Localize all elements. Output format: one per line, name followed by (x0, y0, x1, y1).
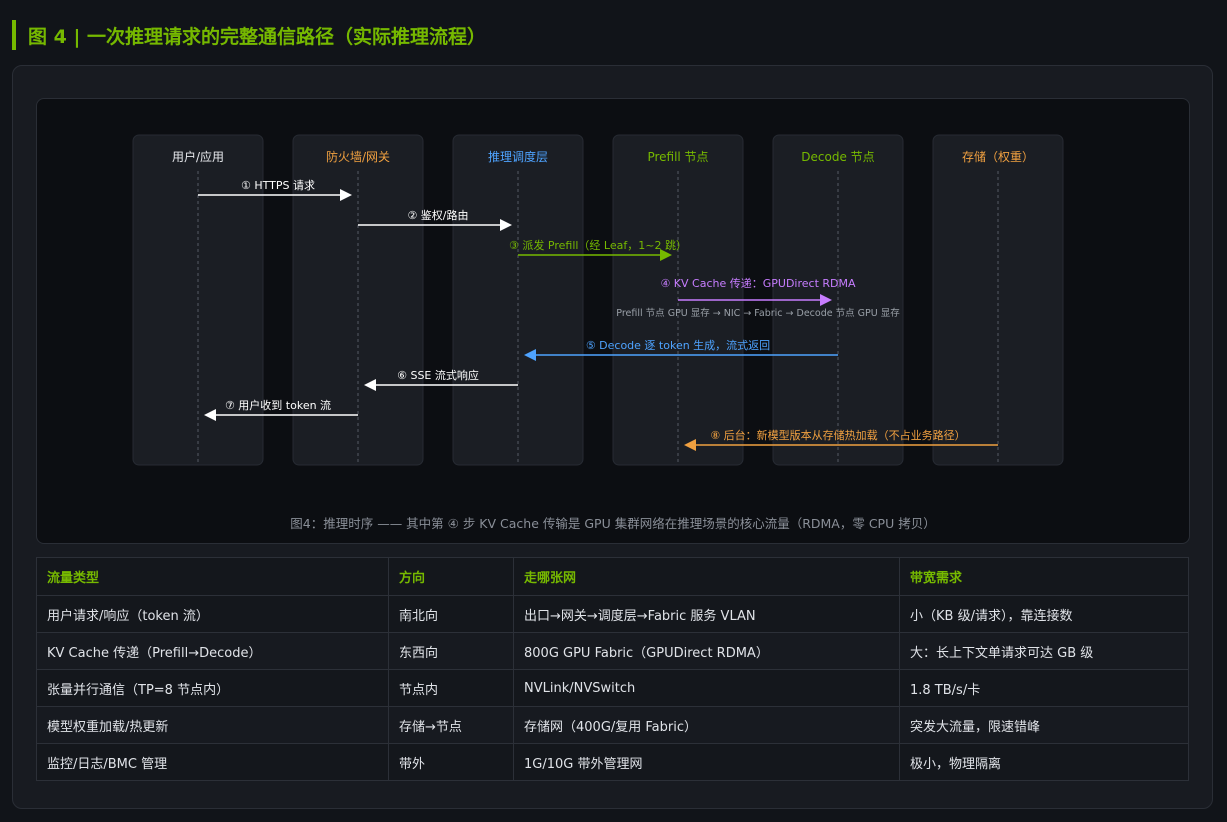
message-label: ② 鉴权/路由 (407, 208, 468, 222)
cell-traffic-type: 模型权重加载/热更新 (36, 706, 389, 744)
title-bar: 图 4 | 一次推理请求的完整通信路径（实际推理流程） (12, 20, 486, 50)
table-row: 张量并行通信（TP=8 节点内） 节点内 NVLink/NVSwitch 1.8… (36, 669, 1189, 707)
cell-bandwidth: 极小，物理隔离 (899, 743, 1189, 781)
diagram-caption: 图4：推理时序 —— 其中第 ④ 步 KV Cache 传输是 GPU 集群网络… (290, 516, 936, 531)
table-header-row: 流量类型 方向 走哪张网 带宽需求 (36, 557, 1189, 596)
header-bandwidth: 带宽需求 (899, 557, 1189, 596)
cell-bandwidth: 大：长上下文单请求可达 GB 级 (899, 632, 1189, 670)
message-label: ⑤ Decode 逐 token 生成，流式返回 (586, 338, 770, 352)
message-label: ⑥ SSE 流式响应 (397, 368, 479, 382)
lane-label: 防火墙/网关 (326, 149, 390, 164)
page-title: 图 4 | 一次推理请求的完整通信路径（实际推理流程） (28, 25, 487, 48)
table-row: 用户请求/响应（token 流） 南北向 出口→网关→调度层→Fabric 服务… (36, 595, 1189, 633)
sequence-diagram-canvas: 用户/应用 防火墙/网关 推理调度层 Prefill 节点 Decode 节点 存储（权重… (132, 134, 1064, 466)
cell-traffic-type: 监控/日志/BMC 管理 (36, 743, 389, 781)
cell-direction: 带外 (388, 743, 514, 781)
lane-label: 用户/应用 (172, 149, 224, 164)
cell-traffic-type: KV Cache 传递（Prefill→Decode） (36, 632, 389, 670)
cell-direction: 南北向 (388, 595, 514, 633)
cell-network: 存储网（400G/复用 Fabric） (513, 706, 900, 744)
cell-network: NVLink/NVSwitch (513, 669, 900, 707)
table-row: KV Cache 传递（Prefill→Decode） 东西向 800G GPU… (36, 632, 1189, 670)
cell-bandwidth: 1.8 TB/s/卡 (899, 669, 1189, 707)
lane-label: 存储（权重） (962, 149, 1034, 164)
table-row: 监控/日志/BMC 管理 带外 1G/10G 带外管理网 极小，物理隔离 (36, 743, 1189, 781)
lane-label: 推理调度层 (488, 149, 548, 164)
cell-network: 800G GPU Fabric（GPUDirect RDMA） (513, 632, 900, 670)
header-network: 走哪张网 (513, 557, 900, 596)
cell-direction: 节点内 (388, 669, 514, 707)
message-label: ① HTTPS 请求 (241, 179, 315, 192)
message-label: ③ 派发 Prefill（经 Leaf，1~2 跳） (509, 238, 687, 252)
cell-direction: 存储→节点 (388, 706, 514, 744)
cell-traffic-type: 用户请求/响应（token 流） (36, 595, 389, 633)
message-label: ⑧ 后台：新模型版本从存储热加载（不占业务路径） (710, 428, 965, 442)
cell-bandwidth: 小（KB 级/请求），靠连接数 (899, 595, 1189, 633)
figure-panel: 用户/应用 防火墙/网关 推理调度层 Prefill 节点 Decode 节点 存储（权重… (12, 65, 1213, 809)
sequence-diagram: 用户/应用 防火墙/网关 推理调度层 Prefill 节点 Decode 节点 存储（权重… (36, 98, 1190, 544)
header-traffic-type: 流量类型 (36, 557, 389, 596)
cell-direction: 东西向 (388, 632, 514, 670)
message-sublabel: Prefill 节点 GPU 显存 → NIC → Fabric → Decod… (616, 307, 900, 319)
traffic-table: 流量类型 方向 走哪张网 带宽需求 用户请求/响应（token 流） 南北向 出… (36, 557, 1189, 781)
table-row: 模型权重加载/热更新 存储→节点 存储网（400G/复用 Fabric） 突发大… (36, 706, 1189, 744)
message-label: ⑦ 用户收到 token 流 (225, 398, 331, 412)
cell-traffic-type: 张量并行通信（TP=8 节点内） (36, 669, 389, 707)
header-direction: 方向 (388, 557, 514, 596)
cell-bandwidth: 突发大流量，限速错峰 (899, 706, 1189, 744)
lane-label: Prefill 节点 (647, 150, 708, 164)
lane-label: Decode 节点 (801, 150, 874, 164)
cell-network: 1G/10G 带外管理网 (513, 743, 900, 781)
message-label: ④ KV Cache 传递：GPUDirect RDMA (660, 276, 856, 290)
cell-network: 出口→网关→调度层→Fabric 服务 VLAN (513, 595, 900, 633)
